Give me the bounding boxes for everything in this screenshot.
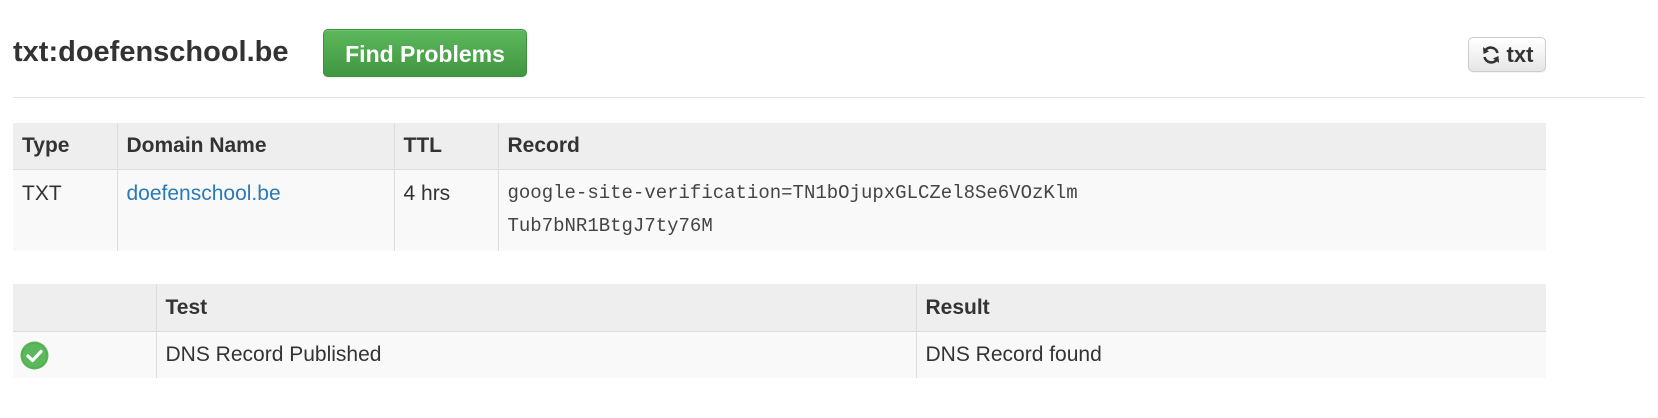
find-problems-button[interactable]: Find Problems (323, 29, 527, 77)
page: txt:doefenschool.be Find Problems txt Ty… (0, 0, 1658, 418)
column-header-test: Test (155, 284, 916, 332)
column-header-result: Result (915, 284, 1546, 332)
column-header-record: Record (497, 123, 1546, 170)
table-row: TXT doefenschool.be 4 hrs google-site-ve… (13, 169, 1546, 251)
dns-record-table: Type Domain Name TTL Record TXT doefensc… (13, 123, 1546, 251)
table-header-row: Type Domain Name TTL Record (13, 123, 1546, 170)
refresh-txt-button[interactable]: txt (1468, 37, 1546, 72)
test-name: DNS Record Published (155, 331, 916, 378)
record-ttl: 4 hrs (393, 169, 498, 251)
record-domain-cell: doefenschool.be (116, 169, 394, 251)
record-type: TXT (13, 169, 117, 251)
column-header-status (13, 284, 156, 332)
table-header-row: Test Result (13, 284, 1546, 332)
check-circle-icon (20, 341, 49, 370)
test-results-table: Test Result DNS Record Published DNS Rec… (13, 284, 1546, 378)
record-value: google-site-verification=TN1bOjupxGLCZel… (497, 169, 1546, 251)
refresh-label: txt (1506, 41, 1534, 67)
column-header-domain-name: Domain Name (116, 123, 394, 170)
column-header-type: Type (13, 123, 117, 170)
page-header: txt:doefenschool.be Find Problems txt (13, 0, 1645, 98)
test-result: DNS Record found (915, 331, 1546, 378)
column-header-ttl: TTL (393, 123, 498, 170)
record-value-line-2: Tub7bNR1BtgJ7ty76M (507, 215, 713, 237)
status-cell (13, 331, 156, 378)
record-value-line-1: google-site-verification=TN1bOjupxGLCZel… (507, 182, 1078, 204)
domain-link[interactable]: doefenschool.be (127, 182, 281, 205)
refresh-icon (1481, 45, 1501, 65)
table-row: DNS Record Published DNS Record found (13, 331, 1546, 378)
page-title: txt:doefenschool.be (13, 36, 289, 68)
